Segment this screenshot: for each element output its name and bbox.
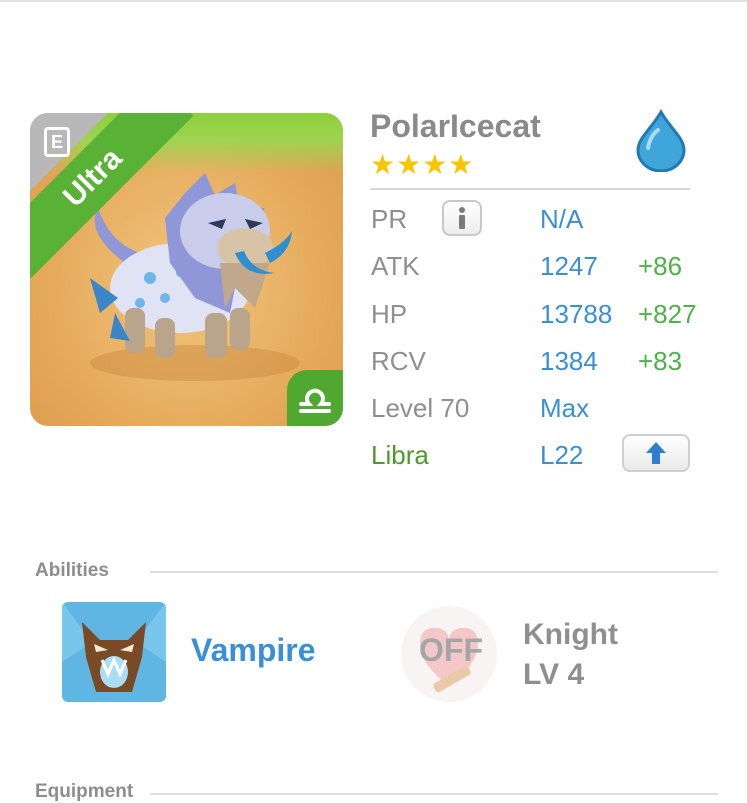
- header-divider: [370, 188, 690, 190]
- abilities-divider: [150, 571, 718, 573]
- libra-badge: [287, 370, 343, 426]
- evolution-icon[interactable]: E: [44, 127, 70, 157]
- zodiac-label: Libra: [371, 440, 429, 470]
- rcv-label: RCV: [371, 346, 426, 376]
- atk-label: ATK: [371, 251, 420, 281]
- level-label: Level 70: [371, 393, 470, 423]
- info-icon: [459, 207, 465, 229]
- top-divider: [0, 0, 747, 2]
- atk-bonus: +86: [638, 251, 683, 281]
- class-name: Knight: [523, 618, 618, 651]
- water-drop-icon: [636, 108, 686, 172]
- hp-bonus: +827: [638, 299, 697, 329]
- zodiac-upgrade-button[interactable]: [622, 434, 690, 472]
- class-status[interactable]: OFF: [419, 632, 483, 669]
- hp-value: 13788: [540, 299, 613, 329]
- class-level: LV 4: [523, 658, 585, 691]
- ability-name[interactable]: Vampire: [191, 632, 316, 669]
- equipment-divider: [150, 793, 718, 795]
- monster-card[interactable]: Ultra E: [30, 113, 343, 426]
- ability-icon[interactable]: [62, 602, 166, 702]
- rcv-bonus: +83: [638, 346, 683, 376]
- libra-icon: [299, 388, 331, 413]
- level-value: Max: [540, 393, 590, 423]
- pr-label: PR: [371, 204, 408, 234]
- arrow-up-icon: [646, 442, 666, 464]
- star-rating: ★★★★: [370, 149, 475, 180]
- monster-name: PolarIcecat: [370, 108, 541, 144]
- rcv-value: 1384: [540, 346, 598, 376]
- info-button[interactable]: [442, 200, 482, 236]
- pr-value: N/A: [540, 204, 584, 234]
- atk-value: 1247: [540, 251, 598, 281]
- abilities-title: Abilities: [35, 560, 109, 581]
- hp-label: HP: [371, 299, 408, 329]
- zodiac-value: L22: [540, 440, 584, 470]
- vampire-wolf-icon: [62, 602, 166, 702]
